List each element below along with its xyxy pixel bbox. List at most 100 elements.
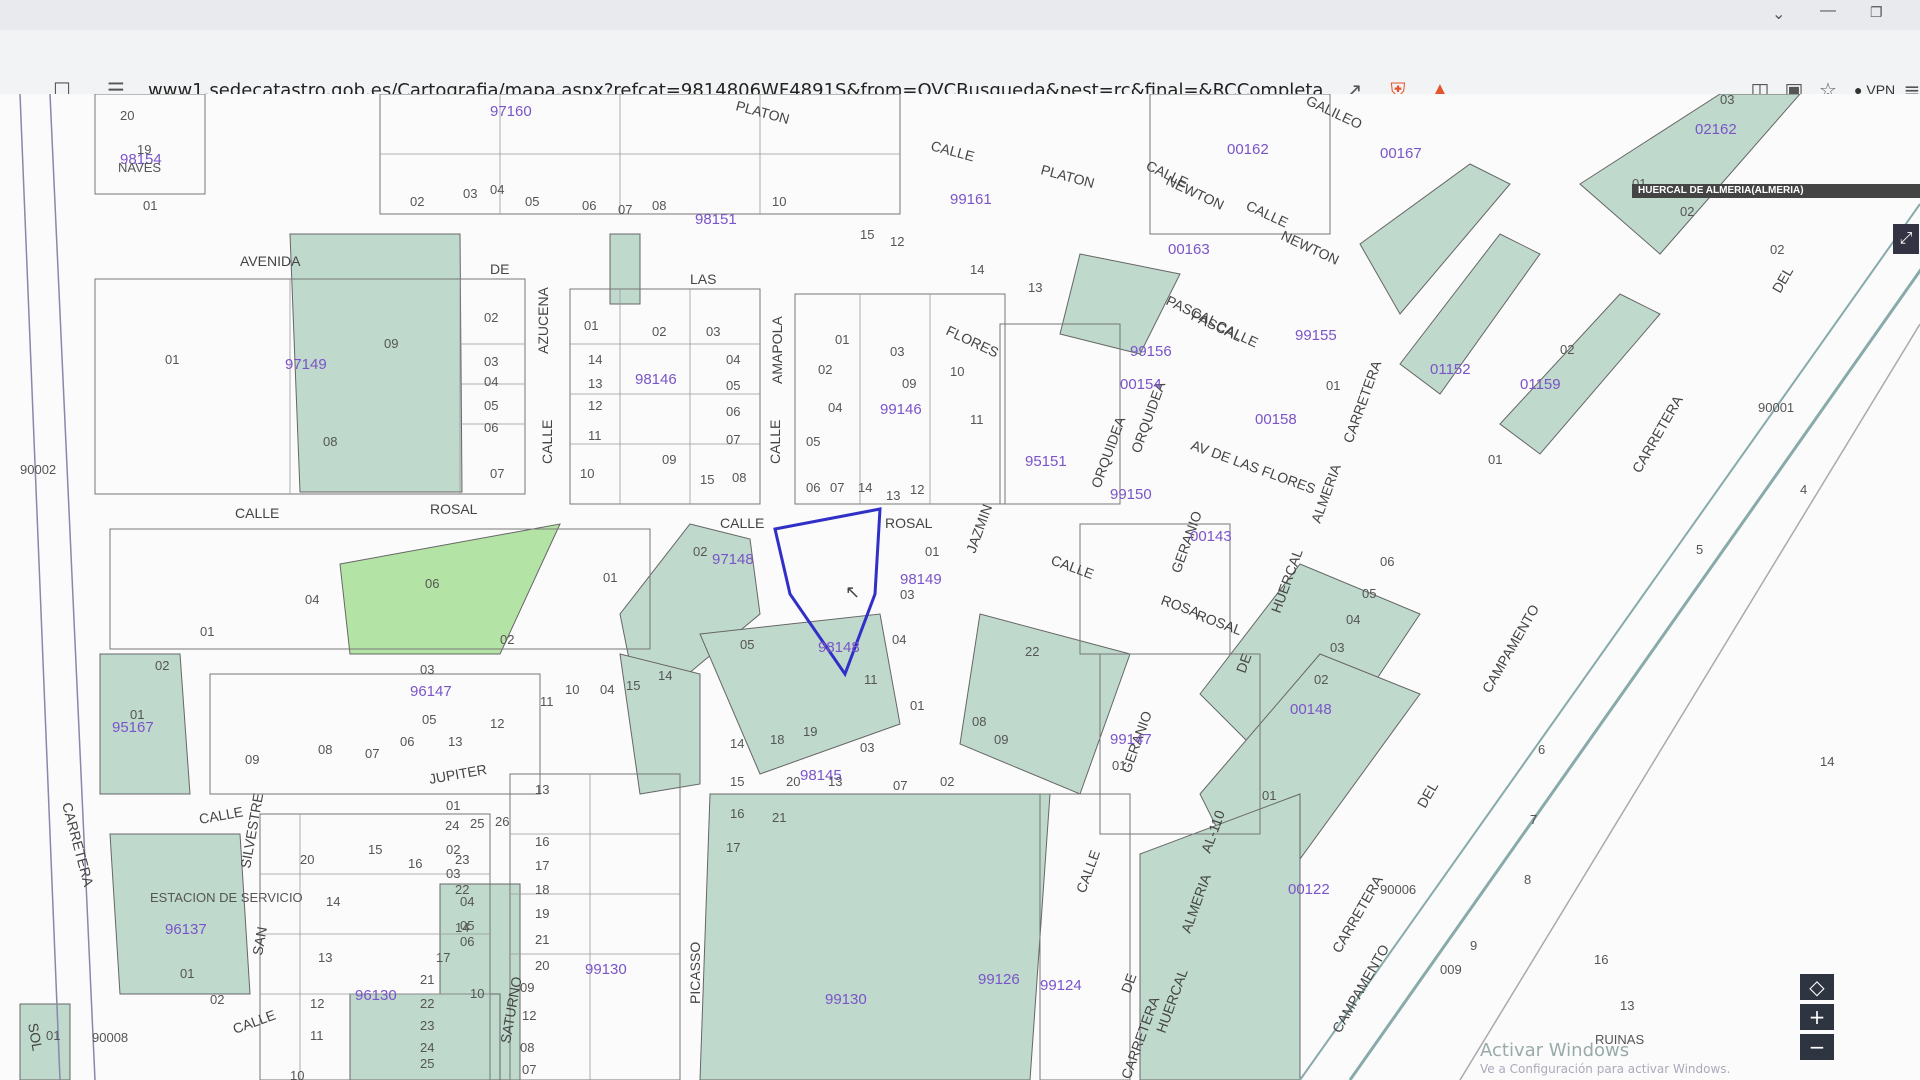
parcel-ref: 01152 xyxy=(1430,361,1471,378)
chevron-down-icon[interactable]: ⌄ xyxy=(1772,4,1785,24)
parcel-number: 06 xyxy=(484,420,498,435)
parcel-number: 14 xyxy=(1820,754,1834,769)
parcel-number: 7 xyxy=(1530,812,1537,827)
parcel-number: 01 xyxy=(46,1028,60,1043)
parcel-ref: 00162 xyxy=(1227,141,1269,158)
parcel-number: 04 xyxy=(305,592,319,607)
parcel-number: 4 xyxy=(1800,482,1807,497)
windows-activation-subtitle: Ve a Configuración para activar Windows. xyxy=(1480,1062,1731,1076)
parcel-number: 06 xyxy=(1380,554,1394,569)
parcel-ref: 99146 xyxy=(880,401,922,418)
parcel-number: 21 xyxy=(772,810,786,825)
parcel-number: 19 xyxy=(137,142,151,157)
windows-activation-title: Activar Windows xyxy=(1480,1040,1630,1061)
parcel-number: 01 xyxy=(1262,788,1276,803)
parcel-ref: 99130 xyxy=(585,961,627,978)
parcel-number: 01 xyxy=(1112,758,1126,773)
parcel-number: 01 xyxy=(835,332,849,347)
parcel-number: 02 xyxy=(484,310,498,325)
parcel-number: 10 xyxy=(290,1068,304,1080)
restore-icon[interactable]: ❐ xyxy=(1870,4,1883,21)
parcel-number: 03 xyxy=(890,344,904,359)
parcel-number: 16 xyxy=(408,856,422,871)
browser-toolbar: ☐ ☰ www1.sedecatastro.gob.es/Cartografia… xyxy=(0,30,1920,102)
parcel-number: 05 xyxy=(740,637,754,652)
parcel-number: 07 xyxy=(830,480,844,495)
parcel-number: 02 xyxy=(1560,342,1574,357)
parcel-number: 04 xyxy=(484,374,498,389)
parcel-number: 13 xyxy=(318,950,332,965)
parcel-number: 03 xyxy=(446,866,460,881)
parcel-number: 05 xyxy=(806,434,820,449)
street-label: LAS xyxy=(690,271,716,287)
parcel-number: 14 xyxy=(658,668,672,683)
locate-button[interactable]: ◇ xyxy=(1800,974,1834,1000)
parcel-number: 07 xyxy=(726,432,740,447)
parcel-number: 16 xyxy=(1594,952,1608,967)
parcel-number: 03 xyxy=(420,662,434,677)
zoom-in-button[interactable]: + xyxy=(1800,1004,1834,1030)
parcel-number: 24 xyxy=(445,818,459,833)
street-label: CALLE xyxy=(720,515,764,531)
parcel-number: 11 xyxy=(540,694,554,709)
parcel-ref: 96147 xyxy=(410,683,452,700)
parcel-number: 11 xyxy=(970,412,984,427)
zone-code: 90001 xyxy=(1758,400,1794,415)
parcel-number: 12 xyxy=(522,1008,536,1023)
expand-icon[interactable]: ⤢ xyxy=(1893,224,1919,254)
parcel-number: 12 xyxy=(890,234,904,249)
parcel-number: 02 xyxy=(1314,672,1328,687)
parcel-number: 13 xyxy=(588,376,602,391)
parcel-number: 09 xyxy=(520,980,534,995)
parcel-number: 07 xyxy=(522,1062,536,1077)
parcel-number: 07 xyxy=(365,746,379,761)
parcel-number: 01 xyxy=(1326,378,1340,393)
parcel-ref: 97149 xyxy=(285,356,327,373)
parcel-number: 07 xyxy=(490,466,504,481)
parcel-number: 16 xyxy=(730,806,744,821)
parcel-ref: 96137 xyxy=(165,921,207,938)
parcel-number: 02 xyxy=(500,632,514,647)
parcel-ref: 96130 xyxy=(355,987,397,1004)
parcel-ref: 00163 xyxy=(1168,241,1210,258)
parcel-number: 06 xyxy=(806,480,820,495)
parcel-ref: 99147 xyxy=(1110,731,1152,748)
zoom-out-button[interactable]: − xyxy=(1800,1034,1834,1060)
street-label: AZUCENA xyxy=(535,286,551,354)
parcel xyxy=(609,233,641,305)
parcel-number: 20 xyxy=(786,774,800,789)
parcel-ref: 98148 xyxy=(818,639,860,656)
parcel-number: 01 xyxy=(200,624,214,639)
parcel-number: 15 xyxy=(368,842,382,857)
parcel-number: 18 xyxy=(770,732,784,747)
cadastral-map[interactable]: ↖ PLATON CALLE PLATON AVENIDA DE LAS FLO… xyxy=(0,94,1920,1080)
parcel-number: 07 xyxy=(893,778,907,793)
parcel-number: 21 xyxy=(420,972,434,987)
parcel-number: 03 xyxy=(706,324,720,339)
parcel-number: 05 xyxy=(422,712,436,727)
street-label: DE xyxy=(490,261,509,277)
parcel-number: 04 xyxy=(1346,612,1360,627)
minimize-icon[interactable]: — xyxy=(1820,2,1836,20)
parcel-number: 04 xyxy=(600,682,614,697)
parcel-number: 08 xyxy=(732,470,746,485)
parcel-number: 01 xyxy=(910,698,924,713)
parcel-number: 02 xyxy=(652,324,666,339)
street-label: CALLE xyxy=(539,420,555,464)
parcel-number: 01 xyxy=(180,966,194,981)
parcel-number: 12 xyxy=(588,398,602,413)
parcel-number: 05 xyxy=(726,378,740,393)
parcel-number: 25 xyxy=(420,1056,434,1071)
street-label: CALLE xyxy=(235,505,279,521)
parcel-number: 02 xyxy=(1680,204,1694,219)
parcel-ref: 00148 xyxy=(1290,701,1332,718)
street-label: AMAPOLA xyxy=(769,316,785,384)
zone-code: 90002 xyxy=(20,462,56,477)
parcel-number: 01 xyxy=(1488,452,1502,467)
map-canvas[interactable]: ↖ PLATON CALLE PLATON AVENIDA DE LAS FLO… xyxy=(0,94,1920,1080)
parcel-number: 06 xyxy=(582,198,596,213)
parcel-number: 02 xyxy=(940,774,954,789)
parcel-ref: 98146 xyxy=(635,371,677,388)
parcel-number: 06 xyxy=(400,734,414,749)
parcel xyxy=(699,793,1051,1080)
